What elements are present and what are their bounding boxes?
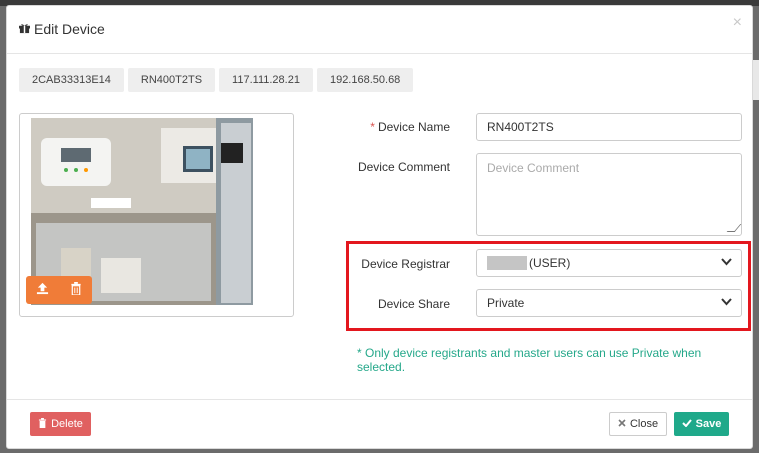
chip-model: RN400T2TS [127,68,216,92]
chip-local-ip: 192.168.50.68 [316,68,414,92]
trash-icon [38,417,47,431]
delete-button[interactable]: Delete [30,412,91,436]
device-name-value: RN400T2TS [487,120,554,134]
delete-button-label: Delete [51,418,83,430]
photo-upload-button[interactable] [26,276,92,304]
required-mark: * [370,120,375,134]
background-page-sliver [753,60,759,100]
close-button-label: Close [629,418,659,430]
edit-device-modal: Edit Device × 2CAB33313E14 RN400T2TS 117… [6,5,753,449]
device-info-chips: 2CAB33313E14 RN400T2TS 117.111.28.21 192… [19,68,414,92]
modal-header: Edit Device × [7,6,752,54]
trash-icon[interactable] [70,282,82,298]
close-button[interactable]: Close [609,412,667,436]
save-button[interactable]: Save [674,412,729,436]
close-icon[interactable]: × [733,14,742,32]
resize-handle-icon[interactable] [726,224,742,232]
modal-title: Edit Device [19,21,105,37]
gift-icon [19,21,30,37]
modal-footer-divider [7,399,752,400]
device-comment-textarea[interactable]: Device Comment [476,153,742,236]
annotation-highlight-box [346,241,751,331]
save-button-label: Save [695,418,722,430]
device-photo-frame [19,113,294,317]
modal-title-text: Edit Device [34,21,105,37]
device-name-label: * Device Name [337,120,450,134]
device-name-label-text: Device Name [377,120,450,134]
upload-icon[interactable] [36,282,49,298]
private-share-note: * Only device registrants and master use… [357,346,702,374]
device-comment-placeholder: Device Comment [487,161,580,175]
x-icon [618,418,626,430]
device-comment-label: Device Comment [357,160,450,174]
check-icon [681,418,692,430]
chip-mac: 2CAB33313E14 [19,68,124,92]
chip-public-ip: 117.111.28.21 [219,68,313,92]
device-name-field[interactable]: RN400T2TS [476,113,742,141]
